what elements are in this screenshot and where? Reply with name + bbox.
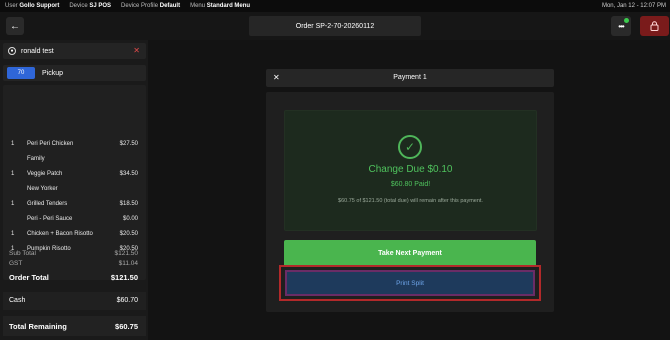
item-price: $27.50 (119, 141, 138, 147)
order-type-bar[interactable]: 70 Pickup (3, 65, 146, 81)
list-item[interactable]: 1 Grilled Tenders $18.50 (3, 197, 146, 211)
close-icon[interactable]: ✕ (133, 46, 140, 55)
user-icon: ● (8, 47, 16, 55)
modal-title: Payment 1 (393, 74, 427, 81)
cash-value: $60.70 (116, 297, 138, 304)
print-split-button[interactable]: Print Split (285, 270, 535, 296)
item-price: $20.50 (119, 231, 138, 237)
gst-label: GST (9, 260, 23, 267)
user-info: User Gollo Support (5, 3, 60, 9)
item-qty: 1 (11, 231, 15, 237)
item-name: Peri Peri Chicken (27, 141, 74, 147)
list-item[interactable]: 1 Veggie Patch $34.50 (3, 167, 146, 181)
item-name: Veggie Patch (27, 171, 63, 177)
subtotal-label: Sub Total (9, 250, 36, 257)
payment-modal-header: ✕ Payment 1 (266, 69, 554, 87)
status-dot (624, 18, 629, 23)
item-price: $0.00 (122, 216, 138, 222)
check-circle-icon: ✓ (398, 135, 422, 159)
total-remaining-label: Total Remaining (9, 322, 67, 331)
item-qty: 1 (11, 201, 15, 207)
arrow-left-icon: ← (10, 20, 20, 32)
order-type-label: Pickup (42, 69, 64, 77)
status-bar: User Gollo Support Device SJ POS Device … (0, 0, 670, 12)
list-item[interactable]: 1 Chicken + Bacon Risotto $20.50 (3, 227, 146, 241)
more-dots-icon: ••• (618, 21, 624, 31)
item-name: Grilled Tenders (27, 201, 68, 207)
item-name: New Yorker (27, 186, 58, 192)
list-item-modifier: Peri - Peri Sauce $0.00 (3, 212, 146, 226)
clock: Mon, Jan 12 - 12:07 PM (601, 3, 666, 9)
lock-icon (650, 21, 659, 31)
device-profile-info: Device Profile Default (121, 3, 181, 9)
total-remaining-row: Total Remaining $60.75 (3, 316, 146, 336)
item-price: $18.50 (119, 201, 138, 207)
item-qty: 1 (11, 171, 15, 177)
device-info: Device SJ POS (69, 3, 112, 9)
item-name: Family (27, 156, 45, 162)
item-name: Peri - Peri Sauce (27, 216, 73, 222)
item-qty: 1 (11, 141, 15, 147)
list-item-modifier: New Yorker (3, 182, 146, 196)
order-number-badge: 70 (7, 67, 35, 79)
customer-name: ronald test (21, 47, 54, 55)
paid-text: $60.80 Paid! (390, 181, 431, 188)
gst-value: $11.04 (118, 260, 138, 267)
order-title: Order SP-2-70-20260112 (249, 16, 421, 36)
order-total-label: Order Total (9, 273, 49, 282)
customer-bar[interactable]: ● ronald test ✕ (3, 43, 146, 59)
list-item[interactable]: 1 Peri Peri Chicken $27.50 (3, 137, 146, 151)
header: ← Order SP-2-70-20260112 ••• (0, 12, 670, 40)
list-item-modifier: Family (3, 152, 146, 166)
item-name: Chicken + Bacon Risotto (27, 231, 93, 237)
cash-row: Cash $60.70 (3, 292, 146, 310)
menu-info: Menu Standard Menu (190, 3, 251, 9)
back-button[interactable]: ← (6, 17, 24, 35)
more-options-button[interactable]: ••• (611, 16, 631, 36)
subtotal-value: $121.50 (114, 250, 139, 257)
take-next-payment-button[interactable]: Take Next Payment (284, 240, 536, 267)
remaining-note: $60.75 of $121.50 (total due) will remai… (338, 198, 483, 204)
item-price: $34.50 (119, 171, 138, 177)
change-due-text: Change Due $0.10 (368, 164, 453, 175)
lock-button[interactable] (640, 16, 669, 36)
total-remaining-value: $60.75 (115, 322, 138, 331)
order-total-value: $121.50 (110, 273, 138, 282)
cash-label: Cash (9, 297, 26, 304)
